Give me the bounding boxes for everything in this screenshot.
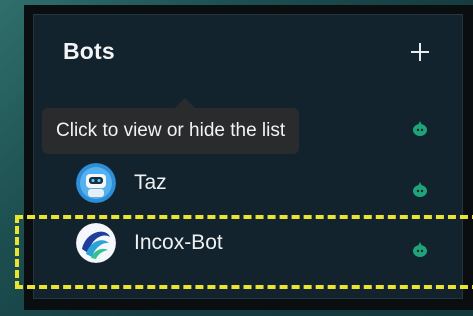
tooltip: Click to view or hide the list	[42, 108, 300, 154]
bot-name: Taz	[134, 171, 167, 194]
panel-title: Bots	[63, 38, 115, 64]
robot-avatar-icon	[76, 163, 116, 203]
green-bot-status-icon	[413, 121, 427, 136]
bot-list-item-taz[interactable]: Taz	[74, 160, 444, 206]
green-bot-status-icon	[413, 182, 427, 197]
bot-list-item-incox-bot[interactable]: Incox-Bot	[74, 220, 444, 266]
green-bot-status-icon	[413, 242, 427, 257]
tooltip-arrow	[175, 98, 195, 108]
add-bot-button[interactable]	[406, 38, 434, 66]
incox-swirl-avatar-icon	[76, 223, 116, 263]
bot-name: Incox-Bot	[134, 231, 223, 254]
